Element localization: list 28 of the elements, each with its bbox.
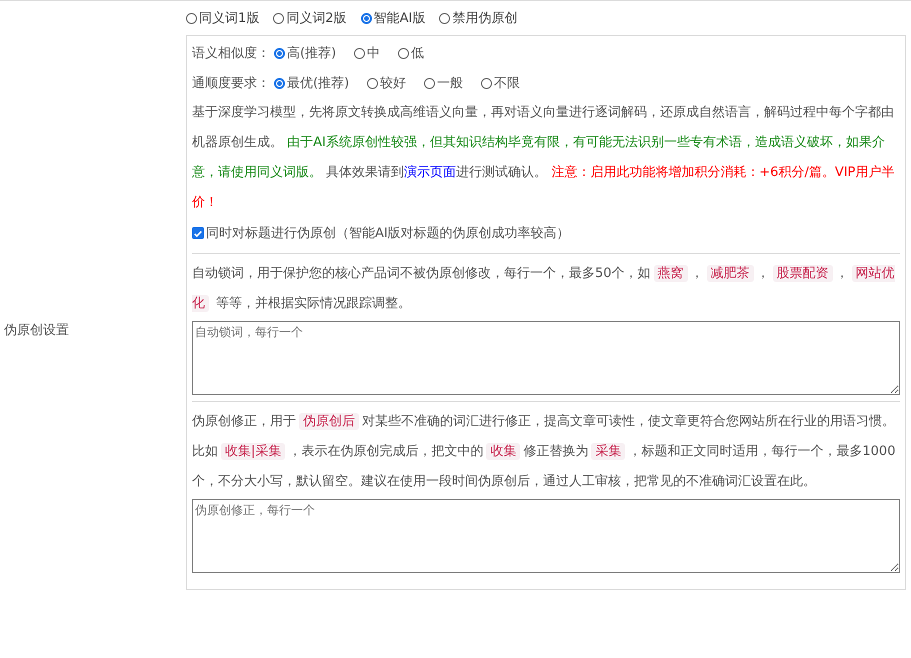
keyword-tag: 减肥茶 — [706, 265, 754, 282]
keyword-tag: 收集|采集 — [221, 443, 286, 460]
corrections-field[interactable]: 伪原创修正，每行一个 — [192, 499, 900, 573]
lock-words-field[interactable]: 自动锁词，每行一个 — [192, 321, 900, 395]
mode-radio[interactable]: 智能AI版 — [360, 9, 426, 27]
keyword-tag: 伪原创后 — [299, 413, 359, 430]
option-radio[interactable]: 较好 — [367, 74, 406, 92]
mode-radio[interactable]: 同义词1版 — [186, 9, 260, 27]
option-radio[interactable]: 一般 — [424, 74, 464, 92]
option-radio[interactable]: 低 — [398, 44, 424, 62]
keyword-tag: 采集 — [591, 443, 626, 460]
lock-words-text: 自动锁词，用于保护您的核心产品词不被伪原创修改，每行一个，最多50个，如 燕窝 ， 减肥茶 ， 股票配资 ， 网站优化 等等，并根据实际情况跟踪调整。 — [192, 264, 896, 314]
mode-radio[interactable]: 同义词2版 — [273, 9, 347, 27]
option-radio[interactable]: 中 — [354, 44, 380, 62]
description-text: 基于深度学习模型，先将原文转换成高维语义向量，再对语义向量进行逐词解码，还原成自然语言，解码过程中每个字都由机器原创生成。 由于AI系统原创性较强，但其知识结构毕竟有限，有可能无法识别一些专有术语，造成语义破坏，如果介意，请使用同义词版。 具体效果请到演示页面进行测试确认。 注意：启用此功能将增加积分消耗：+6积分/篇。VIP用户半价！ — [192, 104, 896, 212]
corrections-text: 伪原创修正，用于 伪原创后 对某些不准确的词汇进行修正，提高文章可读性，使文章更符合您网站所在行业的用语习惯。比如 收集|采集 ，表示在伪原创完成后，把文中的 收集 修正替换为 采集 ，标题和正文同时适用，每行一个，最多1000个，不分大小写，默认留空。建议在使用一段时间伪原创后，通过人工审核，把常见的不准确词汇设置在此。 — [192, 412, 896, 491]
option-label: 通顺度要求： — [192, 75, 270, 92]
keyword-tag: 收集 — [486, 443, 520, 460]
option-radio[interactable]: 不限 — [481, 74, 520, 92]
section-label: 伪原创设置 — [4, 322, 69, 338]
mode-radio[interactable]: 禁用伪原创 — [439, 9, 518, 27]
keyword-tag: 燕窝 — [654, 265, 688, 282]
demo-page-link[interactable]: 演示页面 — [404, 165, 456, 180]
option-radio[interactable]: 高(推荐) — [274, 44, 336, 62]
title-checkbox[interactable]: 同时对标题进行伪原创（智能AI版对标题的伪原创成功率较高） — [192, 218, 900, 248]
option-radio[interactable]: 最优(推荐) — [274, 74, 350, 92]
option-label: 语义相似度： — [192, 45, 270, 62]
keyword-tag: 股票配资 — [772, 265, 833, 282]
